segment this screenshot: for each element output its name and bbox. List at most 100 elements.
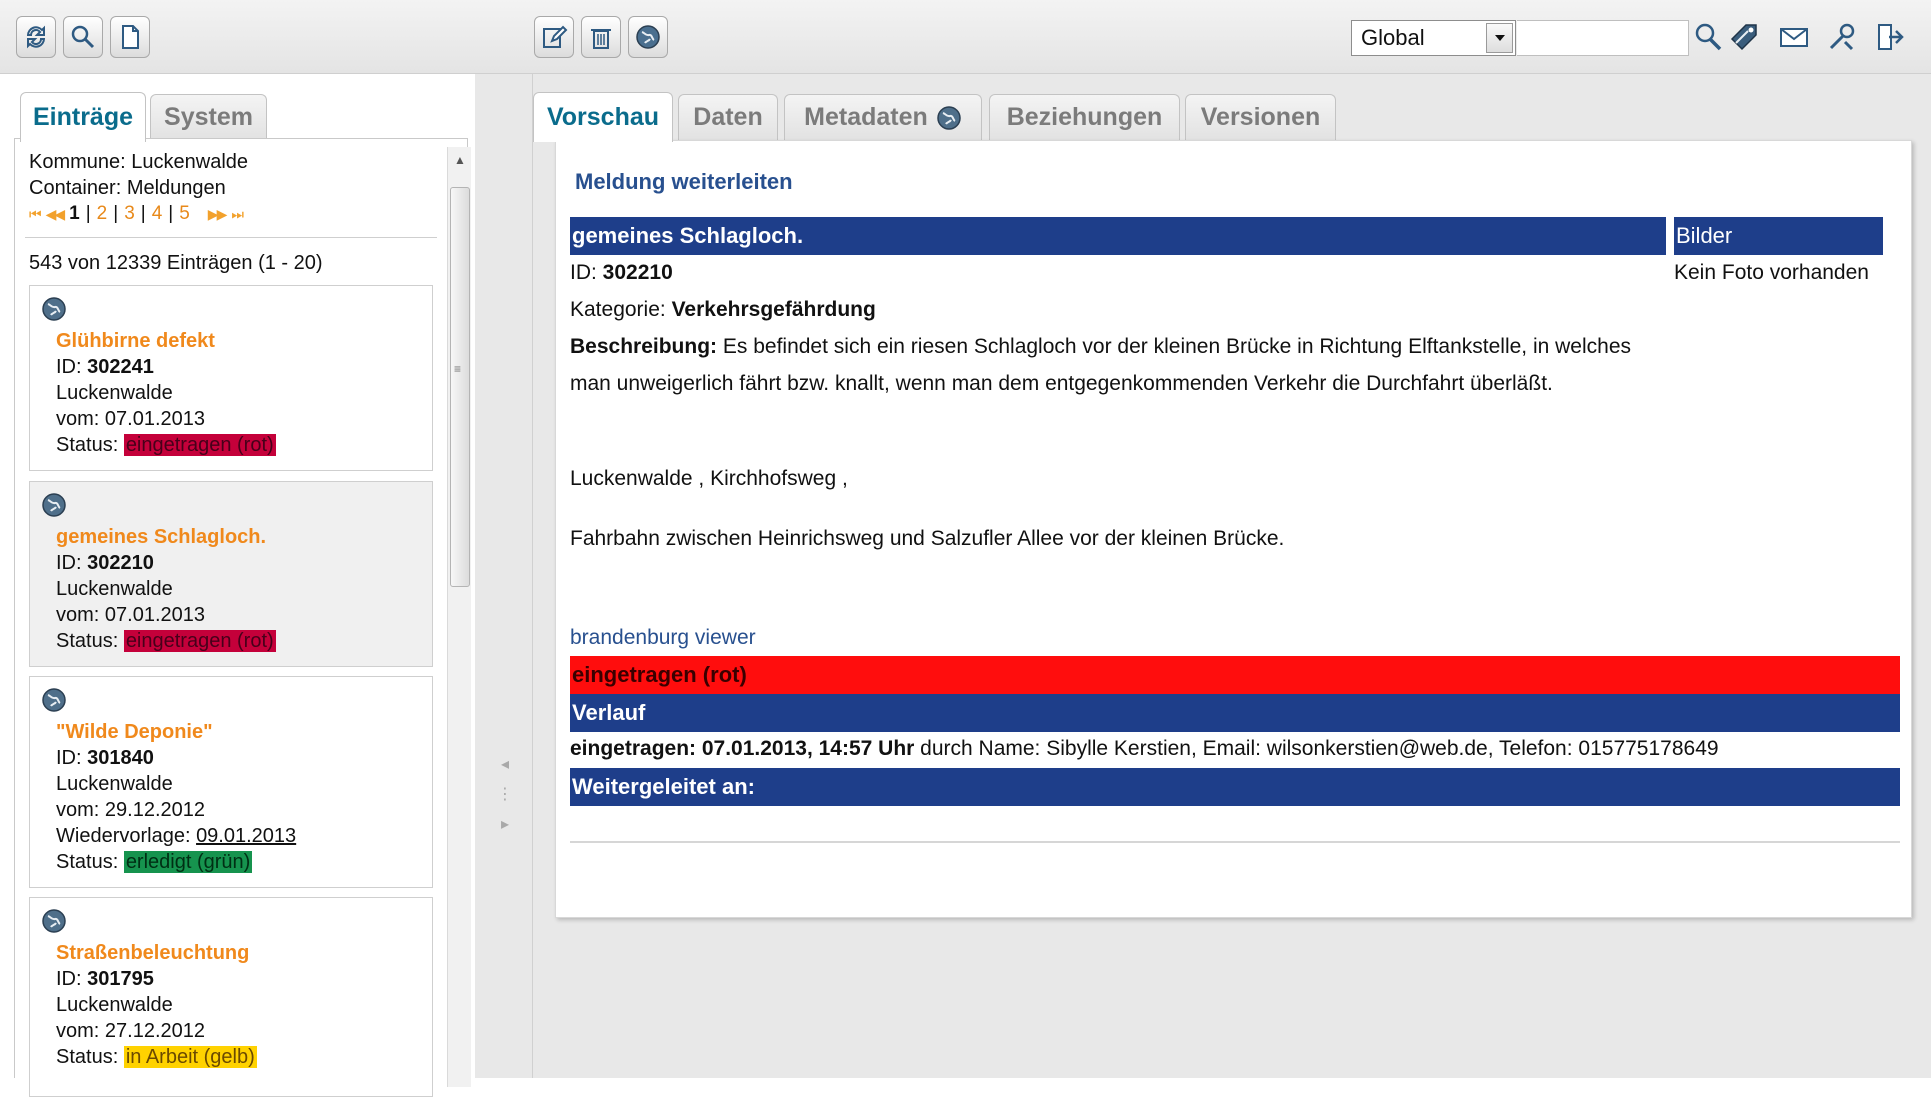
mail-button[interactable] bbox=[1776, 18, 1812, 56]
tab-versionen[interactable]: Versionen bbox=[1185, 94, 1336, 140]
tab-label: Vorschau bbox=[546, 103, 660, 131]
entry-title[interactable]: Glühbirne defekt bbox=[56, 328, 276, 354]
globe-icon bbox=[42, 297, 66, 321]
logout-icon bbox=[1878, 24, 1904, 50]
entry-id: ID: 302241 bbox=[56, 356, 154, 378]
new-document-button[interactable] bbox=[110, 16, 150, 58]
tab-label: Versionen bbox=[1200, 103, 1321, 131]
report-category: Kategorie: Verkehrsgefährdung bbox=[570, 298, 876, 321]
edit-icon bbox=[543, 25, 568, 48]
divider bbox=[25, 237, 437, 238]
list-item[interactable]: Straßenbeleuchtung ID: 301795 Luckenwald… bbox=[29, 897, 433, 1097]
report-title-bar: gemeines Schlagloch. bbox=[570, 217, 1666, 255]
list-item[interactable]: gemeines Schlagloch. ID: 302210 Luckenwa… bbox=[29, 481, 433, 667]
entry-city: Luckenwalde bbox=[56, 382, 173, 404]
brandenburg-viewer-link[interactable]: brandenburg viewer bbox=[570, 626, 756, 650]
report-location: Fahrbahn zwischen Heinrichsweg und Salzu… bbox=[570, 527, 1285, 550]
page-link[interactable]: 2 bbox=[97, 203, 108, 225]
refresh-button[interactable] bbox=[16, 16, 56, 58]
tab-system[interactable]: System bbox=[150, 94, 267, 140]
entry-status: Status: in Arbeit (gelb) bbox=[56, 1046, 257, 1068]
tab-beziehungen[interactable]: Beziehungen bbox=[989, 94, 1180, 140]
entry-status: Status: eingetragen (rot) bbox=[56, 630, 276, 652]
tab-daten[interactable]: Daten bbox=[678, 94, 778, 140]
current-page: 1 bbox=[69, 203, 80, 224]
tab-label: Daten bbox=[693, 103, 763, 131]
entries-count: 543 von 12339 Einträgen (1 - 20) bbox=[29, 252, 323, 274]
report-address: Luckenwalde , Kirchhofsweg , bbox=[570, 467, 848, 490]
preview-panel: Meldung weiterleiten gemeines Schlagloch… bbox=[555, 140, 1912, 918]
entry-date: vom: 07.01.2013 bbox=[56, 604, 205, 626]
pagination: ⏮ ◀◀ 1 | 2 | 3 | 4 | 5 ▶▶ ⏭ bbox=[29, 203, 244, 225]
search-submit-button[interactable] bbox=[1690, 18, 1726, 56]
globe-icon bbox=[42, 688, 66, 712]
scroll-thumb[interactable] bbox=[450, 187, 470, 587]
prev-page-icon[interactable]: ◀◀ bbox=[46, 206, 65, 223]
images-header: Bilder bbox=[1674, 217, 1883, 255]
list-item[interactable]: "Wilde Deponie" ID: 301840 Luckenwalde v… bbox=[29, 676, 433, 888]
forwarded-header: Weitergeleitet an: bbox=[570, 768, 1900, 806]
new-document-icon bbox=[122, 25, 139, 49]
search-button[interactable] bbox=[63, 16, 103, 58]
search-icon bbox=[71, 25, 95, 49]
panel-splitter[interactable]: ◂ ⋮ ▸ bbox=[475, 74, 533, 1078]
entry-city: Luckenwalde bbox=[56, 994, 173, 1016]
tools-button[interactable] bbox=[1824, 18, 1860, 56]
entries-scrollbar[interactable]: ▲ ≡ bbox=[447, 147, 471, 1087]
status-bar: eingetragen (rot) bbox=[570, 656, 1900, 694]
status-badge: erledigt (grün) bbox=[123, 851, 253, 873]
collapse-handle-icon[interactable]: ◂ ⋮ ▸ bbox=[495, 750, 515, 840]
page-link[interactable]: 3 bbox=[124, 203, 135, 225]
entry-title[interactable]: gemeines Schlagloch. bbox=[56, 524, 276, 550]
globe-icon bbox=[937, 105, 961, 130]
report-id: ID: 302210 bbox=[570, 261, 673, 284]
container-label: Container: Meldungen bbox=[29, 177, 226, 199]
main-toolbar: Global bbox=[0, 0, 1931, 74]
followup-date[interactable]: 09.01.2013 bbox=[196, 825, 296, 847]
entry-city: Luckenwalde bbox=[56, 773, 173, 795]
entry-date: vom: 07.01.2013 bbox=[56, 408, 205, 430]
entry-status: Status: eingetragen (rot) bbox=[56, 434, 276, 456]
entries-panel: Kommune: Luckenwalde Container: Meldunge… bbox=[14, 138, 471, 1097]
globe-icon bbox=[636, 25, 660, 49]
mail-icon bbox=[1780, 28, 1808, 47]
kommune-label: Kommune: Luckenwalde bbox=[29, 151, 249, 173]
scroll-up-icon[interactable]: ▲ bbox=[448, 149, 472, 171]
entry-id: ID: 301795 bbox=[56, 968, 154, 990]
tab-eintraege[interactable]: Einträge bbox=[20, 92, 146, 142]
tab-vorschau[interactable]: Vorschau bbox=[533, 92, 673, 142]
delete-button[interactable] bbox=[581, 16, 621, 58]
entry-id: ID: 302210 bbox=[56, 552, 154, 574]
last-page-icon[interactable]: ⏭ bbox=[231, 206, 244, 223]
list-item[interactable]: Glühbirne defekt ID: 302241 Luckenwalde … bbox=[29, 285, 433, 471]
logout-button[interactable] bbox=[1872, 18, 1908, 56]
entry-title[interactable]: "Wilde Deponie" bbox=[56, 719, 296, 745]
chevron-down-icon[interactable] bbox=[1486, 23, 1513, 53]
publish-button[interactable] bbox=[628, 16, 668, 58]
first-page-icon[interactable]: ⏮ bbox=[29, 206, 42, 223]
globe-icon bbox=[42, 909, 66, 933]
scope-select-value: Global bbox=[1361, 25, 1425, 50]
entry-date: vom: 27.12.2012 bbox=[56, 1020, 205, 1042]
history-entry: eingetragen: 07.01.2013, 14:57 Uhr durch… bbox=[570, 737, 1719, 760]
page-link[interactable]: 4 bbox=[152, 203, 163, 225]
report-description: Beschreibung: Es befindet sich ein riese… bbox=[570, 335, 1632, 395]
no-photo-text: Kein Foto vorhanden bbox=[1674, 261, 1869, 284]
search-input[interactable] bbox=[1517, 20, 1689, 56]
search-icon bbox=[1695, 23, 1722, 51]
scope-select[interactable]: Global bbox=[1351, 20, 1516, 56]
forward-report-link[interactable]: Meldung weiterleiten bbox=[575, 169, 793, 195]
next-page-icon[interactable]: ▶▶ bbox=[208, 206, 227, 223]
page-link[interactable]: 5 bbox=[179, 203, 190, 225]
tab-metadaten[interactable]: Metadaten bbox=[784, 94, 982, 140]
entry-title[interactable]: Straßenbeleuchtung bbox=[56, 940, 257, 966]
grip-icon: ≡ bbox=[454, 362, 462, 376]
history-header: Verlauf bbox=[570, 694, 1900, 732]
tab-label: Einträge bbox=[32, 103, 134, 131]
status-badge: eingetragen (rot) bbox=[123, 434, 276, 456]
tag-icon bbox=[1730, 24, 1757, 51]
entry-date: vom: 29.12.2012 bbox=[56, 799, 205, 821]
entry-followup: Wiedervorlage: 09.01.2013 bbox=[56, 825, 297, 847]
edit-button[interactable] bbox=[534, 16, 574, 58]
tags-button[interactable] bbox=[1726, 18, 1762, 56]
